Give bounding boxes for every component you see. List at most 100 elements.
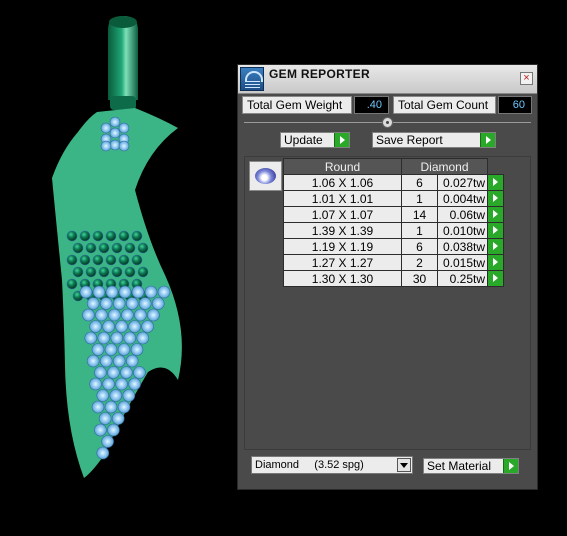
gem-count: 30: [401, 270, 438, 287]
table-row[interactable]: 1.27 X 1.27 2 0.015tw: [283, 254, 504, 271]
blue-gem: [110, 331, 124, 345]
table-row[interactable]: 1.07 X 1.07 14 0.06tw: [283, 206, 504, 223]
table-row[interactable]: 1.30 X 1.30 30 0.25tw: [283, 270, 504, 287]
blue-gem: [100, 140, 112, 152]
gem-size: 1.06 X 1.06: [283, 174, 402, 191]
oval-gem-icon[interactable]: [249, 161, 282, 191]
blue-gem: [141, 320, 154, 333]
green-gem: [137, 266, 149, 278]
gem-count: 6: [401, 238, 438, 255]
blue-gem: [96, 446, 110, 460]
blue-gem: [134, 308, 147, 322]
blue-gem: [120, 366, 133, 379]
gem-size: 1.01 X 1.01: [283, 190, 402, 207]
blue-gem: [104, 343, 118, 356]
play-arrow-icon[interactable]: [487, 222, 504, 239]
green-gem: [72, 242, 84, 254]
green-gem: [98, 242, 110, 254]
title-bar[interactable]: GEM REPORTER ×: [238, 65, 537, 94]
panel-title: GEM REPORTER: [269, 67, 370, 81]
blue-gem: [92, 285, 106, 299]
close-icon[interactable]: ×: [520, 72, 533, 85]
blue-gem: [111, 412, 125, 425]
table-row[interactable]: 1.01 X 1.01 1 0.004tw: [283, 190, 504, 207]
blue-gem: [109, 139, 121, 151]
play-arrow-icon[interactable]: [487, 270, 504, 287]
blue-gem: [91, 343, 105, 356]
gem-count: 1: [401, 190, 438, 207]
green-gem: [66, 278, 78, 290]
table-header-row: Round Diamond: [283, 158, 504, 175]
table-row[interactable]: 1.06 X 1.06 6 0.027tw: [283, 174, 504, 191]
green-gem: [118, 254, 130, 266]
gem-weight: 0.010tw: [437, 222, 488, 239]
blue-gem: [99, 297, 113, 310]
gem-weight: 0.004tw: [437, 190, 488, 207]
blue-gem: [117, 343, 131, 356]
gem-weight: 0.25tw: [437, 270, 488, 287]
green-gem: [92, 254, 104, 266]
blue-gem: [109, 116, 121, 128]
blue-gem: [128, 320, 141, 333]
play-arrow-icon[interactable]: [487, 206, 504, 223]
play-arrow-icon[interactable]: [487, 190, 504, 207]
blue-gem: [100, 122, 112, 134]
3d-viewport[interactable]: [0, 0, 232, 531]
green-gem: [105, 230, 117, 242]
material-header: Diamond: [401, 158, 488, 175]
total-gem-weight-value: .40: [354, 96, 389, 114]
blue-gem: [115, 377, 128, 391]
green-gem: [111, 266, 123, 278]
green-gem: [79, 230, 91, 242]
gem-count: 1: [401, 222, 438, 239]
blue-gem: [115, 320, 128, 333]
blue-gem: [138, 297, 152, 310]
blue-gem: [151, 297, 165, 310]
table-row[interactable]: 1.39 X 1.39 1 0.010tw: [283, 222, 504, 239]
slider-knob[interactable]: [382, 117, 393, 128]
pendant-model: [52, 16, 182, 478]
blue-gem: [136, 331, 150, 345]
blue-gem: [117, 400, 131, 414]
blue-gem: [128, 377, 141, 391]
gem-count: 14: [401, 206, 438, 223]
total-gem-weight-label: Total Gem Weight: [242, 96, 352, 114]
green-gem: [98, 266, 110, 278]
blue-gem: [133, 366, 146, 379]
play-arrow-icon[interactable]: [487, 174, 504, 191]
blue-gem: [79, 285, 93, 299]
gem-report-table: Round Diamond 1.06 X 1.06 6 0.027tw 1.01 X …: [283, 158, 504, 287]
green-gem: [131, 254, 143, 266]
gem-count: 2: [401, 254, 438, 271]
total-gem-count-value: 60: [498, 96, 532, 114]
blue-gem: [125, 297, 139, 310]
green-gem: [72, 266, 84, 278]
blue-gem: [130, 343, 144, 356]
update-button[interactable]: Update: [280, 132, 350, 148]
play-arrow-icon: [334, 133, 349, 147]
blue-gem: [104, 400, 118, 414]
play-arrow-icon[interactable]: [487, 254, 504, 271]
blue-gem: [95, 308, 108, 322]
chevron-down-icon[interactable]: [397, 458, 411, 472]
blue-gem: [118, 122, 130, 134]
blue-gem: [118, 140, 130, 152]
set-material-button[interactable]: Set Material: [423, 458, 519, 474]
green-gem: [66, 230, 78, 242]
table-row[interactable]: 1.19 X 1.19 6 0.038tw: [283, 238, 504, 255]
material-dropdown[interactable]: Diamond (3.52 spg): [251, 456, 413, 474]
header-spacer: [487, 158, 504, 175]
gem-weight: 0.027tw: [437, 174, 488, 191]
play-arrow-icon[interactable]: [487, 238, 504, 255]
blue-gem: [94, 366, 107, 379]
save-report-button-label: Save Report: [376, 133, 443, 147]
blue-gem: [105, 285, 119, 299]
gem-count: 6: [401, 174, 438, 191]
save-report-button[interactable]: Save Report: [372, 132, 496, 148]
blue-gem: [82, 308, 95, 322]
blue-gem: [144, 285, 158, 299]
set-material-button-label: Set Material: [427, 459, 492, 473]
green-gem: [66, 254, 78, 266]
blue-gem: [86, 354, 100, 368]
gem-size: 1.39 X 1.39: [283, 222, 402, 239]
